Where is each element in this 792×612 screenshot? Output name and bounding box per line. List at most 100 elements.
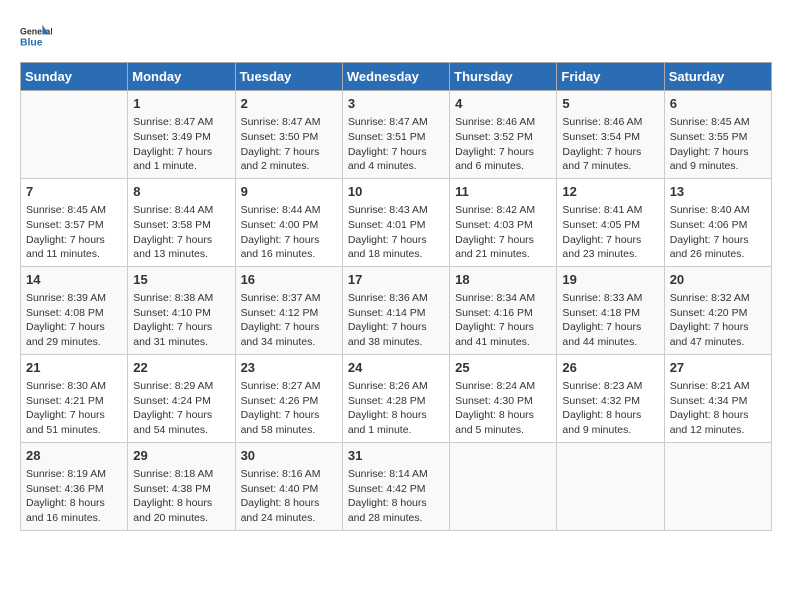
day-number: 26 [562, 359, 658, 377]
day-info: Sunrise: 8:42 AMSunset: 4:03 PMDaylight:… [455, 203, 551, 262]
day-info: Sunrise: 8:47 AMSunset: 3:49 PMDaylight:… [133, 115, 229, 174]
day-number: 15 [133, 271, 229, 289]
calendar-cell: 7 Sunrise: 8:45 AMSunset: 3:57 PMDaylight… [21, 178, 128, 266]
calendar-cell: 5 Sunrise: 8:46 AMSunset: 3:54 PMDaylight… [557, 91, 664, 179]
week-row-3: 14 Sunrise: 8:39 AMSunset: 4:08 PMDayligh… [21, 266, 772, 354]
day-info: Sunrise: 8:40 AMSunset: 4:06 PMDaylight:… [670, 203, 766, 262]
calendar-cell: 15 Sunrise: 8:38 AMSunset: 4:10 PMDayligh… [128, 266, 235, 354]
week-row-4: 21 Sunrise: 8:30 AMSunset: 4:21 PMDayligh… [21, 354, 772, 442]
day-number: 25 [455, 359, 551, 377]
day-info: Sunrise: 8:34 AMSunset: 4:16 PMDaylight:… [455, 291, 551, 350]
day-number: 28 [26, 447, 122, 465]
calendar-cell [450, 442, 557, 530]
day-number: 13 [670, 183, 766, 201]
day-info: Sunrise: 8:46 AMSunset: 3:52 PMDaylight:… [455, 115, 551, 174]
calendar-cell: 17 Sunrise: 8:36 AMSunset: 4:14 PMDayligh… [342, 266, 449, 354]
day-info: Sunrise: 8:21 AMSunset: 4:34 PMDaylight:… [670, 379, 766, 438]
week-row-1: 1 Sunrise: 8:47 AMSunset: 3:49 PMDaylight… [21, 91, 772, 179]
calendar-cell: 26 Sunrise: 8:23 AMSunset: 4:32 PMDayligh… [557, 354, 664, 442]
day-info: Sunrise: 8:46 AMSunset: 3:54 PMDaylight:… [562, 115, 658, 174]
calendar-cell: 22 Sunrise: 8:29 AMSunset: 4:24 PMDayligh… [128, 354, 235, 442]
day-number: 11 [455, 183, 551, 201]
calendar-cell: 30 Sunrise: 8:16 AMSunset: 4:40 PMDayligh… [235, 442, 342, 530]
day-info: Sunrise: 8:30 AMSunset: 4:21 PMDaylight:… [26, 379, 122, 438]
calendar-cell: 8 Sunrise: 8:44 AMSunset: 3:58 PMDaylight… [128, 178, 235, 266]
day-info: Sunrise: 8:47 AMSunset: 3:50 PMDaylight:… [241, 115, 337, 174]
calendar-table: SundayMondayTuesdayWednesdayThursdayFrid… [20, 62, 772, 531]
day-number: 7 [26, 183, 122, 201]
day-info: Sunrise: 8:39 AMSunset: 4:08 PMDaylight:… [26, 291, 122, 350]
calendar-cell: 16 Sunrise: 8:37 AMSunset: 4:12 PMDayligh… [235, 266, 342, 354]
day-number: 14 [26, 271, 122, 289]
calendar-cell [664, 442, 771, 530]
day-info: Sunrise: 8:43 AMSunset: 4:01 PMDaylight:… [348, 203, 444, 262]
day-info: Sunrise: 8:45 AMSunset: 3:57 PMDaylight:… [26, 203, 122, 262]
calendar-cell [557, 442, 664, 530]
day-number: 30 [241, 447, 337, 465]
calendar-cell [21, 91, 128, 179]
calendar-cell: 1 Sunrise: 8:47 AMSunset: 3:49 PMDaylight… [128, 91, 235, 179]
day-info: Sunrise: 8:26 AMSunset: 4:28 PMDaylight:… [348, 379, 444, 438]
day-info: Sunrise: 8:24 AMSunset: 4:30 PMDaylight:… [455, 379, 551, 438]
calendar-cell: 20 Sunrise: 8:32 AMSunset: 4:20 PMDayligh… [664, 266, 771, 354]
day-info: Sunrise: 8:36 AMSunset: 4:14 PMDaylight:… [348, 291, 444, 350]
day-number: 3 [348, 95, 444, 113]
calendar-cell: 3 Sunrise: 8:47 AMSunset: 3:51 PMDaylight… [342, 91, 449, 179]
day-number: 17 [348, 271, 444, 289]
day-number: 23 [241, 359, 337, 377]
day-number: 12 [562, 183, 658, 201]
col-header-friday: Friday [557, 63, 664, 91]
day-number: 31 [348, 447, 444, 465]
day-info: Sunrise: 8:19 AMSunset: 4:36 PMDaylight:… [26, 467, 122, 526]
calendar-cell: 28 Sunrise: 8:19 AMSunset: 4:36 PMDayligh… [21, 442, 128, 530]
col-header-wednesday: Wednesday [342, 63, 449, 91]
day-number: 19 [562, 271, 658, 289]
day-number: 9 [241, 183, 337, 201]
week-row-5: 28 Sunrise: 8:19 AMSunset: 4:36 PMDayligh… [21, 442, 772, 530]
day-info: Sunrise: 8:18 AMSunset: 4:38 PMDaylight:… [133, 467, 229, 526]
day-info: Sunrise: 8:27 AMSunset: 4:26 PMDaylight:… [241, 379, 337, 438]
day-info: Sunrise: 8:16 AMSunset: 4:40 PMDaylight:… [241, 467, 337, 526]
day-number: 8 [133, 183, 229, 201]
calendar-cell: 11 Sunrise: 8:42 AMSunset: 4:03 PMDayligh… [450, 178, 557, 266]
day-number: 20 [670, 271, 766, 289]
week-row-2: 7 Sunrise: 8:45 AMSunset: 3:57 PMDaylight… [21, 178, 772, 266]
day-number: 5 [562, 95, 658, 113]
svg-text:Blue: Blue [20, 38, 43, 49]
header-row: SundayMondayTuesdayWednesdayThursdayFrid… [21, 63, 772, 91]
day-number: 22 [133, 359, 229, 377]
day-number: 10 [348, 183, 444, 201]
calendar-cell: 4 Sunrise: 8:46 AMSunset: 3:52 PMDaylight… [450, 91, 557, 179]
calendar-cell: 2Sunrise: 8:47 AMSunset: 3:50 PMDaylight… [235, 91, 342, 179]
day-number: 24 [348, 359, 444, 377]
logo-icon: General Blue [20, 20, 52, 52]
day-number: 16 [241, 271, 337, 289]
day-info: Sunrise: 8:41 AMSunset: 4:05 PMDaylight:… [562, 203, 658, 262]
col-header-monday: Monday [128, 63, 235, 91]
day-info: Sunrise: 8:32 AMSunset: 4:20 PMDaylight:… [670, 291, 766, 350]
day-number: 21 [26, 359, 122, 377]
col-header-sunday: Sunday [21, 63, 128, 91]
calendar-cell: 12 Sunrise: 8:41 AMSunset: 4:05 PMDayligh… [557, 178, 664, 266]
day-info: Sunrise: 8:44 AMSunset: 4:00 PMDaylight:… [241, 203, 337, 262]
col-header-saturday: Saturday [664, 63, 771, 91]
calendar-cell: 14 Sunrise: 8:39 AMSunset: 4:08 PMDayligh… [21, 266, 128, 354]
day-info: Sunrise: 8:33 AMSunset: 4:18 PMDaylight:… [562, 291, 658, 350]
day-info: Sunrise: 8:44 AMSunset: 3:58 PMDaylight:… [133, 203, 229, 262]
calendar-cell: 29Sunrise: 8:18 AMSunset: 4:38 PMDayligh… [128, 442, 235, 530]
calendar-cell: 9 Sunrise: 8:44 AMSunset: 4:00 PMDaylight… [235, 178, 342, 266]
day-info: Sunrise: 8:37 AMSunset: 4:12 PMDaylight:… [241, 291, 337, 350]
day-number: 1 [133, 95, 229, 113]
page-header: General Blue [20, 20, 772, 52]
calendar-cell: 13 Sunrise: 8:40 AMSunset: 4:06 PMDayligh… [664, 178, 771, 266]
svg-text:General: General [20, 26, 52, 36]
calendar-cell: 18Sunrise: 8:34 AMSunset: 4:16 PMDayligh… [450, 266, 557, 354]
calendar-cell: 24 Sunrise: 8:26 AMSunset: 4:28 PMDayligh… [342, 354, 449, 442]
day-info: Sunrise: 8:23 AMSunset: 4:32 PMDaylight:… [562, 379, 658, 438]
day-number: 27 [670, 359, 766, 377]
day-number: 4 [455, 95, 551, 113]
day-info: Sunrise: 8:29 AMSunset: 4:24 PMDaylight:… [133, 379, 229, 438]
day-info: Sunrise: 8:38 AMSunset: 4:10 PMDaylight:… [133, 291, 229, 350]
calendar-cell: 6Sunrise: 8:45 AMSunset: 3:55 PMDaylight… [664, 91, 771, 179]
day-info: Sunrise: 8:47 AMSunset: 3:51 PMDaylight:… [348, 115, 444, 174]
